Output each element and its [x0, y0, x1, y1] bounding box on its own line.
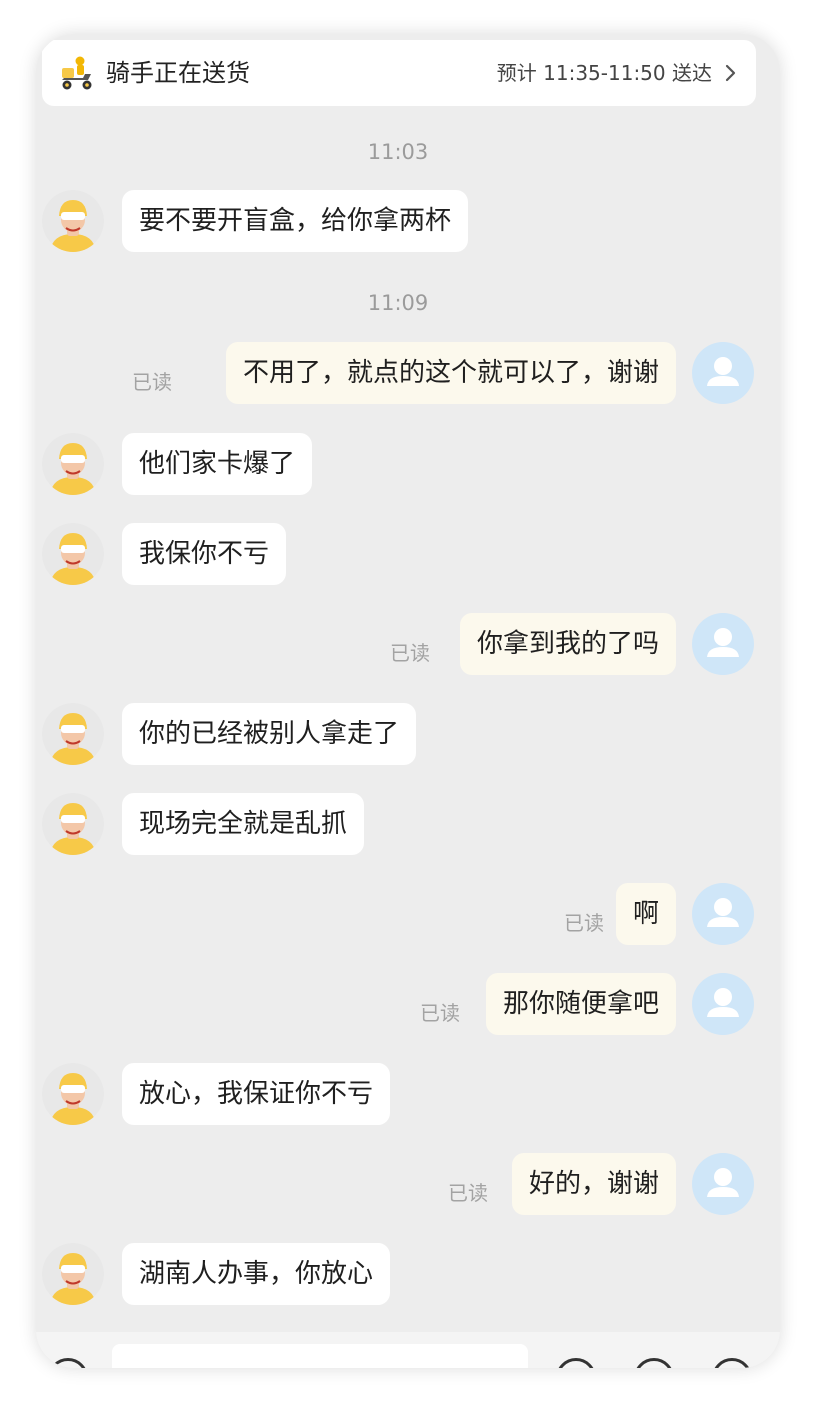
read-receipt: 已读 [448, 1181, 488, 1205]
read-receipt: 已读 [390, 641, 430, 665]
message-row-user: 已读 那你随便拿吧 [36, 967, 780, 1041]
user-avatar[interactable] [692, 342, 754, 404]
delivery-status-bar[interactable]: 骑手正在送货 预计 11:35-11:50 送达 [42, 40, 756, 106]
message-row-rider: 你的已经被别人拿走了 [36, 697, 780, 771]
message-bubble[interactable]: 要不要开盲盒，给你拿两杯 [122, 190, 469, 252]
rider-avatar[interactable] [42, 433, 104, 495]
voice-toggle-button[interactable] [48, 1358, 88, 1368]
more-button[interactable] [712, 1358, 752, 1368]
read-receipt: 已读 [132, 370, 172, 394]
message-row-rider: 我保你不亏 [36, 517, 780, 591]
delivery-eta-text: 预计 11:35-11:50 送达 [496, 61, 712, 85]
delivery-status-text: 骑手正在送货 [106, 59, 250, 87]
user-avatar[interactable] [692, 883, 754, 945]
chat-timestamp: 11:09 [367, 291, 429, 315]
message-bubble[interactable]: 你的已经被别人拿走了 [122, 703, 417, 765]
message-row-rider: 他们家卡爆了 [36, 427, 780, 501]
message-bubble[interactable]: 不用了，就点的这个就可以了，谢谢 [225, 342, 676, 404]
read-receipt: 已读 [564, 911, 604, 935]
rider-avatar[interactable] [42, 793, 104, 855]
chat-screen: 骑手正在送货 预计 11:35-11:50 送达 11:03 11:09 要不要… [36, 34, 780, 1368]
chat-input-bar [36, 1332, 780, 1368]
message-row-user: 已读 不用了，就点的这个就可以了，谢谢 [36, 336, 780, 410]
message-bubble[interactable]: 好的，谢谢 [511, 1153, 676, 1215]
message-bubble[interactable]: 你拿到我的了吗 [459, 613, 676, 675]
chat-timestamp: 11:03 [367, 140, 429, 164]
rider-avatar[interactable] [42, 703, 104, 765]
message-bubble[interactable]: 他们家卡爆了 [122, 433, 313, 495]
message-bubble[interactable]: 现场完全就是乱抓 [122, 793, 365, 855]
message-row-rider: 要不要开盲盒，给你拿两杯 [36, 184, 780, 258]
message-row-rider: 放心，我保证你不亏 [36, 1057, 780, 1131]
message-row-rider: 现场完全就是乱抓 [36, 787, 780, 861]
message-row-user: 已读 啊 [36, 877, 780, 951]
read-receipt: 已读 [420, 1001, 460, 1025]
rider-avatar[interactable] [42, 190, 104, 252]
message-bubble[interactable]: 我保你不亏 [122, 523, 287, 585]
rider-avatar[interactable] [42, 1243, 104, 1305]
message-row-user: 已读 你拿到我的了吗 [36, 607, 780, 681]
delivery-scooter-icon [62, 56, 92, 90]
user-avatar[interactable] [692, 1153, 754, 1215]
quick-reply-button[interactable] [634, 1358, 674, 1368]
chevron-right-icon [725, 64, 736, 82]
message-row-rider: 湖南人办事，你放心 [36, 1237, 780, 1311]
user-avatar[interactable] [692, 973, 754, 1035]
message-bubble[interactable]: 放心，我保证你不亏 [122, 1063, 391, 1125]
message-input[interactable] [112, 1344, 528, 1368]
message-bubble[interactable]: 啊 [615, 883, 676, 945]
message-row-user: 已读 好的，谢谢 [36, 1147, 780, 1221]
user-avatar[interactable] [692, 613, 754, 675]
rider-avatar[interactable] [42, 1063, 104, 1125]
message-bubble[interactable]: 湖南人办事，你放心 [122, 1243, 391, 1305]
emoji-button[interactable] [556, 1358, 596, 1368]
rider-avatar[interactable] [42, 523, 104, 585]
message-bubble[interactable]: 那你随便拿吧 [485, 973, 676, 1035]
